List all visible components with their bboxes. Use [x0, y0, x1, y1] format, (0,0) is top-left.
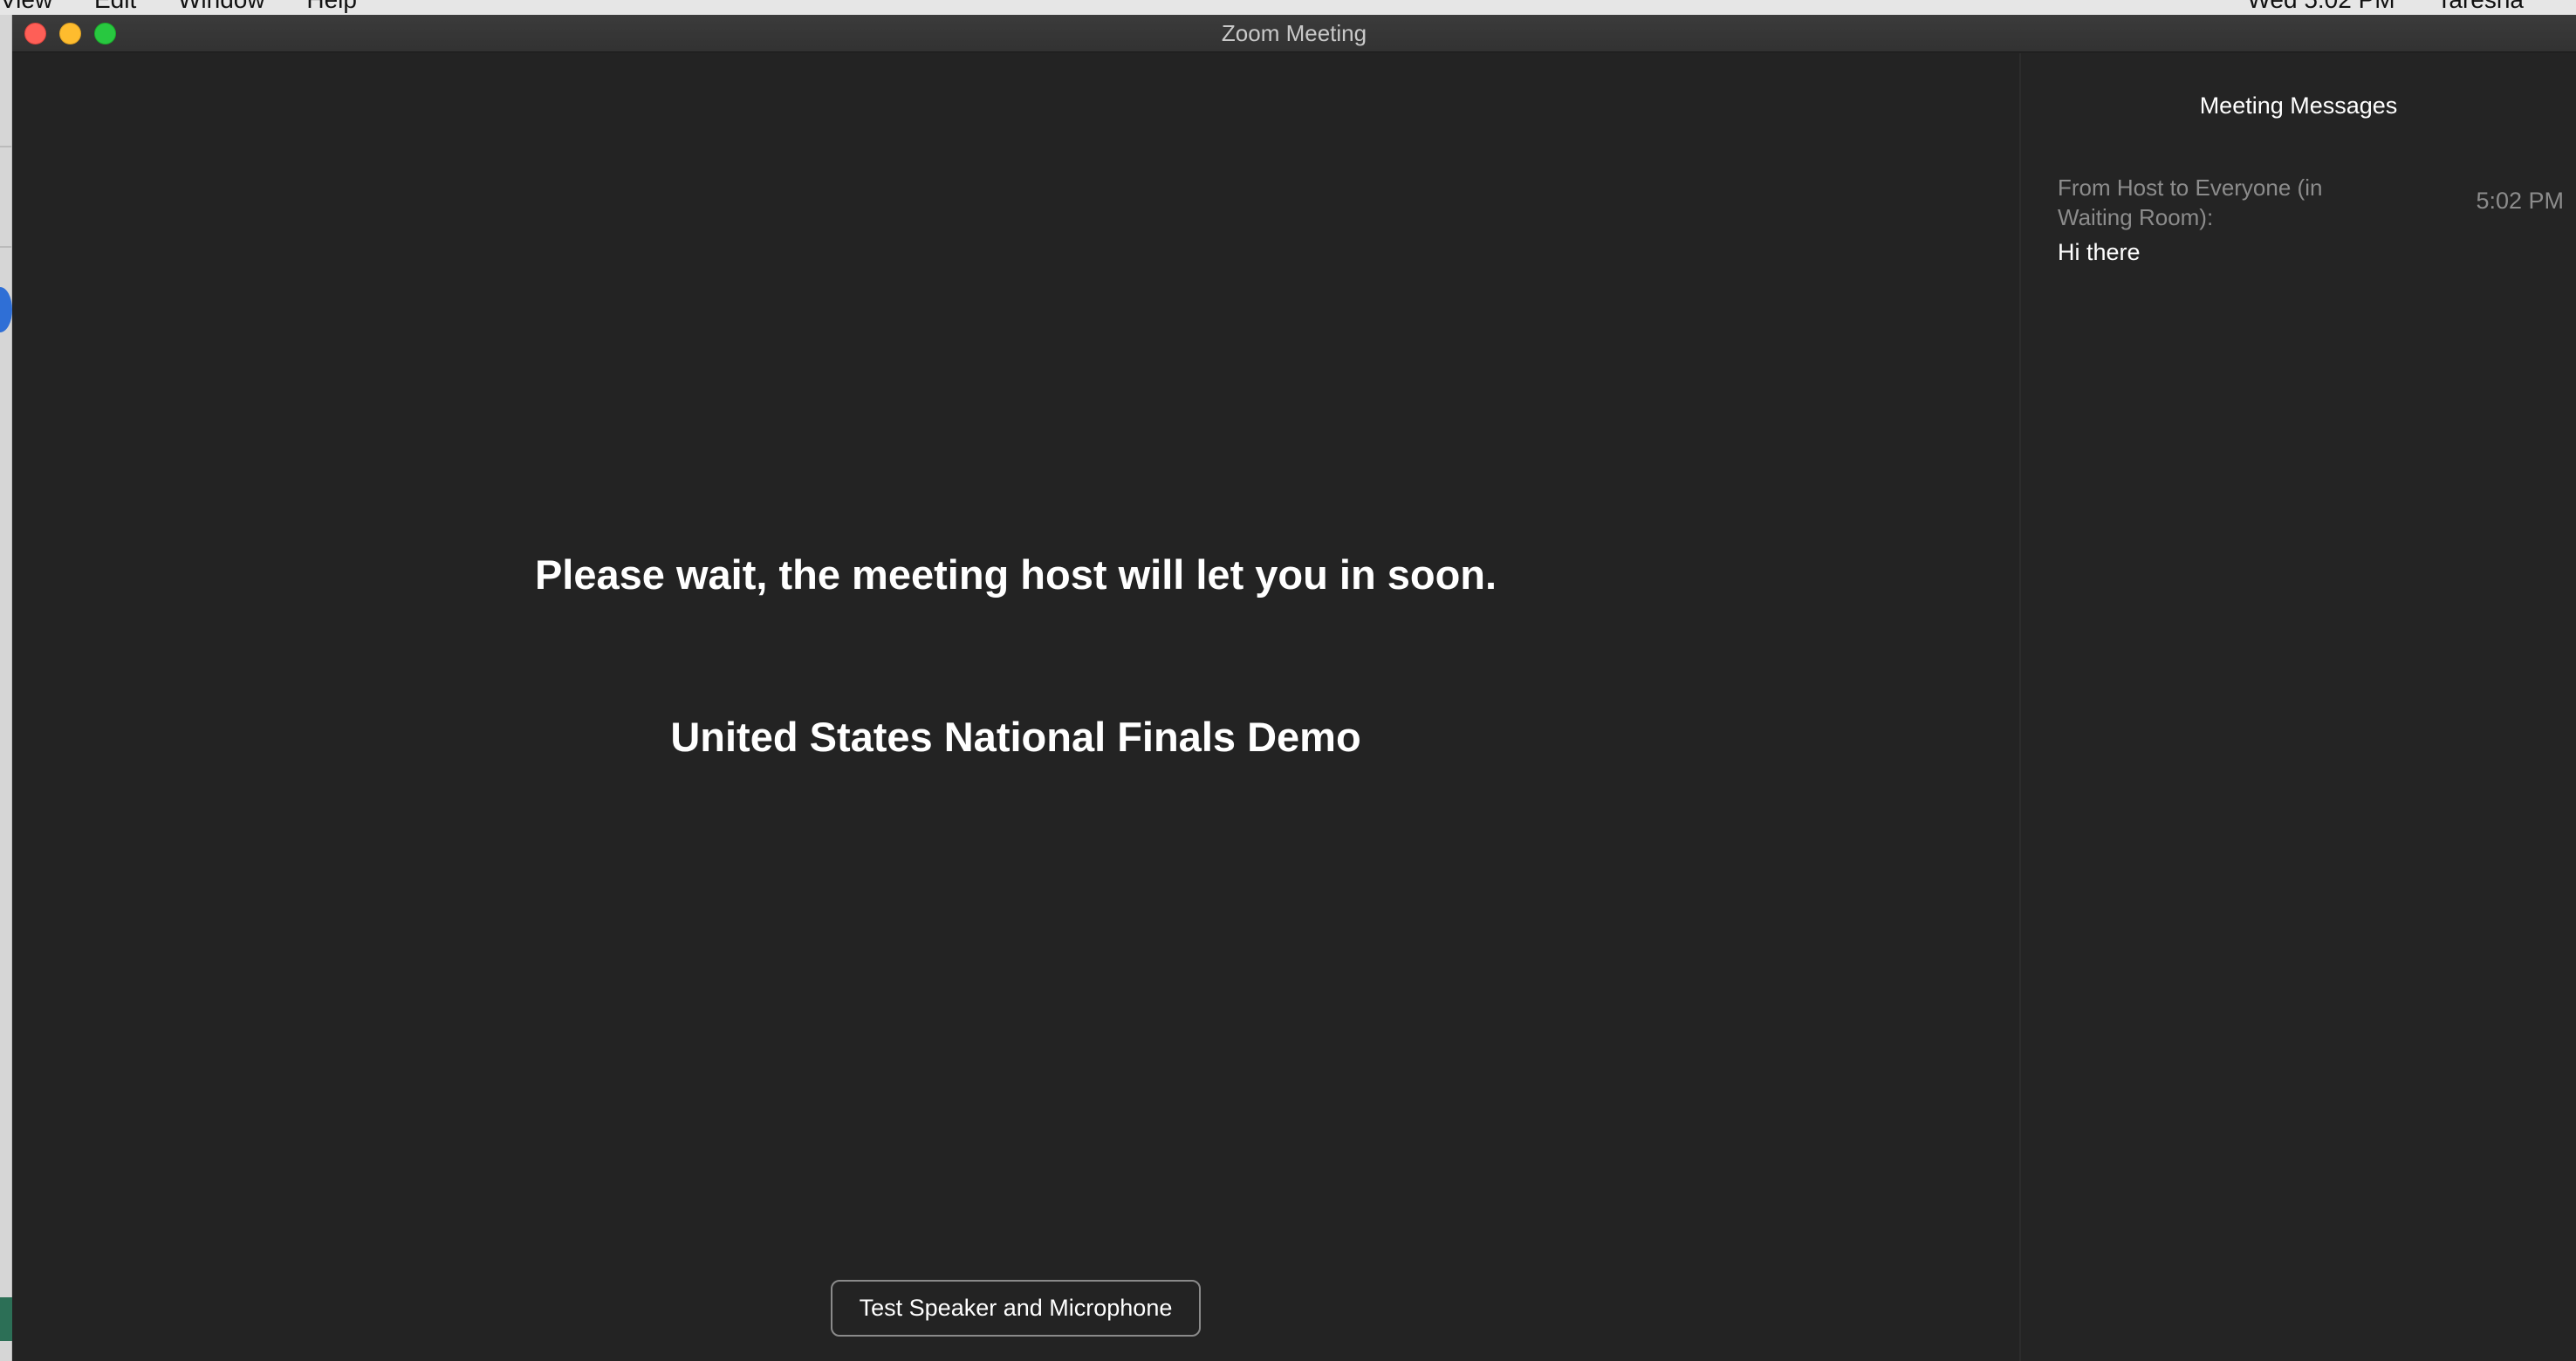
background-app-icon: [0, 287, 12, 332]
menu-help[interactable]: Help: [306, 0, 357, 13]
test-speaker-microphone-button[interactable]: Test Speaker and Microphone: [831, 1280, 1201, 1337]
meeting-messages-panel: Meeting Messages From Host to Everyone (…: [2019, 53, 2576, 1361]
menu-items: View Edit Window Help: [0, 0, 392, 14]
background-divider: [0, 146, 12, 147]
macos-menu-bar: View Edit Window Help Wed 5:02 PM Taresh…: [0, 0, 2576, 15]
chat-message: From Host to Everyone (in Waiting Room):…: [2058, 173, 2564, 266]
waiting-message: Please wait, the meeting host will let y…: [534, 551, 1497, 598]
menubar-clock[interactable]: Wed 5:02 PM: [2247, 0, 2394, 13]
zoom-meeting-window: Zoom Meeting Please wait, the meeting ho…: [12, 15, 2576, 1361]
background-app-window[interactable]: [0, 15, 12, 1361]
background-app-strip: [0, 1297, 12, 1341]
menu-status-items: Wed 5:02 PM Taresha: [2212, 0, 2524, 14]
menu-view[interactable]: View: [0, 0, 52, 13]
panel-title: Meeting Messages: [2199, 92, 2398, 119]
waiting-room-area: Please wait, the meeting host will let y…: [12, 53, 2019, 1361]
meeting-name: United States National Finals Demo: [670, 714, 1361, 760]
menu-window[interactable]: Window: [178, 0, 265, 13]
message-text: Hi there: [2058, 239, 2141, 265]
background-divider: [0, 246, 12, 248]
window-title: Zoom Meeting: [1221, 20, 1367, 46]
menu-edit[interactable]: Edit: [94, 0, 136, 13]
message-sender: From Host to Everyone (in Waiting Room):: [2058, 174, 2323, 230]
message-timestamp: 5:02 PM: [2476, 188, 2564, 214]
window-titlebar[interactable]: Zoom Meeting: [12, 15, 2576, 52]
menubar-user[interactable]: Taresha: [2436, 0, 2524, 13]
